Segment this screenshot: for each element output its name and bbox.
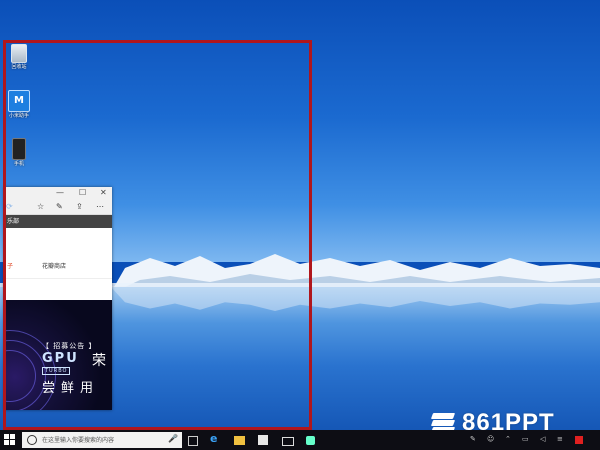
tray-pen-icon[interactable]: ✎ [470, 435, 476, 443]
nav-item-store[interactable]: 花瓣商店 [42, 261, 66, 270]
recycle-bin-label: 回收站 [11, 64, 27, 70]
app-icon[interactable] [306, 436, 315, 445]
tray-battery-icon[interactable]: ▭ [522, 435, 529, 443]
banner-gpu-text: GPU [42, 351, 79, 366]
gpu-turbo-banner[interactable]: 【 招募公告 】 GPU 荣 TURBO 尝鲜用 [4, 300, 112, 410]
phone-app-desktop-icon[interactable]: 手机 [6, 138, 32, 168]
pen-icon[interactable]: ✎ [56, 202, 63, 211]
tray-volume-icon[interactable]: ◁ [540, 435, 545, 443]
tray-chevron-icon[interactable]: ⌃ [505, 435, 511, 443]
phone-app-icon [12, 138, 26, 160]
task-view-icon[interactable] [188, 436, 198, 446]
mi-app-desktop-icon[interactable]: M 小米助手 [6, 90, 32, 120]
mi-app-icon: M [8, 90, 30, 112]
mail-icon[interactable] [282, 437, 294, 446]
minimize-button[interactable]: — [56, 188, 64, 197]
nav-divider [4, 278, 112, 279]
file-explorer-icon[interactable] [234, 436, 245, 445]
tray-people-icon[interactable]: ☺ [487, 435, 494, 443]
recycle-bin-icon [11, 44, 27, 63]
banner-turbo-text: TURBO [42, 367, 71, 375]
edge-taskbar-icon[interactable]: e [210, 432, 222, 445]
maximize-button[interactable]: ☐ [79, 188, 86, 197]
start-button[interactable] [4, 434, 16, 446]
banner-side-char: 荣 [92, 353, 106, 369]
mic-icon[interactable]: 🎤 [168, 434, 178, 443]
taskbar-search-box[interactable]: 在这里输入你要搜索的内容 🎤 [22, 432, 182, 448]
refresh-icon[interactable]: ⟳ [6, 202, 13, 211]
favorite-star-icon[interactable]: ☆ [37, 202, 44, 211]
nav-item-partial[interactable]: 子 [7, 261, 13, 270]
banner-taste-text: 尝鲜用 [42, 381, 100, 396]
window-titlebar[interactable]: — ☐ ✕ [4, 187, 112, 200]
more-icon[interactable]: ⋯ [96, 202, 104, 211]
store-icon[interactable] [258, 435, 268, 445]
browser-toolbar: ⟳ ☆ ✎ ⇪ ⋯ [4, 200, 112, 215]
share-icon[interactable]: ⇪ [76, 202, 83, 211]
site-header-bar: 乐部 [4, 215, 112, 228]
banner-notice: 【 招募公告 】 [42, 342, 97, 350]
taskbar: 在这里输入你要搜索的内容 🎤 e ✎ ☺ ⌃ ▭ ◁ ≡ [0, 430, 600, 450]
edge-browser-window[interactable]: — ☐ ✕ ⟳ ☆ ✎ ⇪ ⋯ 乐部 子 花瓣商店 【 招募公告 】 GPU 荣… [4, 187, 112, 410]
tray-network-icon[interactable]: ≡ [557, 435, 563, 443]
webpage-nav: 子 花瓣商店 [4, 228, 112, 290]
tray-notification-icon[interactable] [575, 436, 583, 444]
close-button[interactable]: ✕ [100, 188, 107, 197]
recycle-bin-desktop-icon[interactable]: 回收站 [6, 44, 32, 71]
mi-app-label: 小米助手 [8, 113, 29, 119]
search-placeholder: 在这里输入你要搜索的内容 [42, 437, 115, 444]
phone-app-label: 手机 [13, 161, 24, 167]
cortana-icon[interactable] [27, 435, 37, 445]
